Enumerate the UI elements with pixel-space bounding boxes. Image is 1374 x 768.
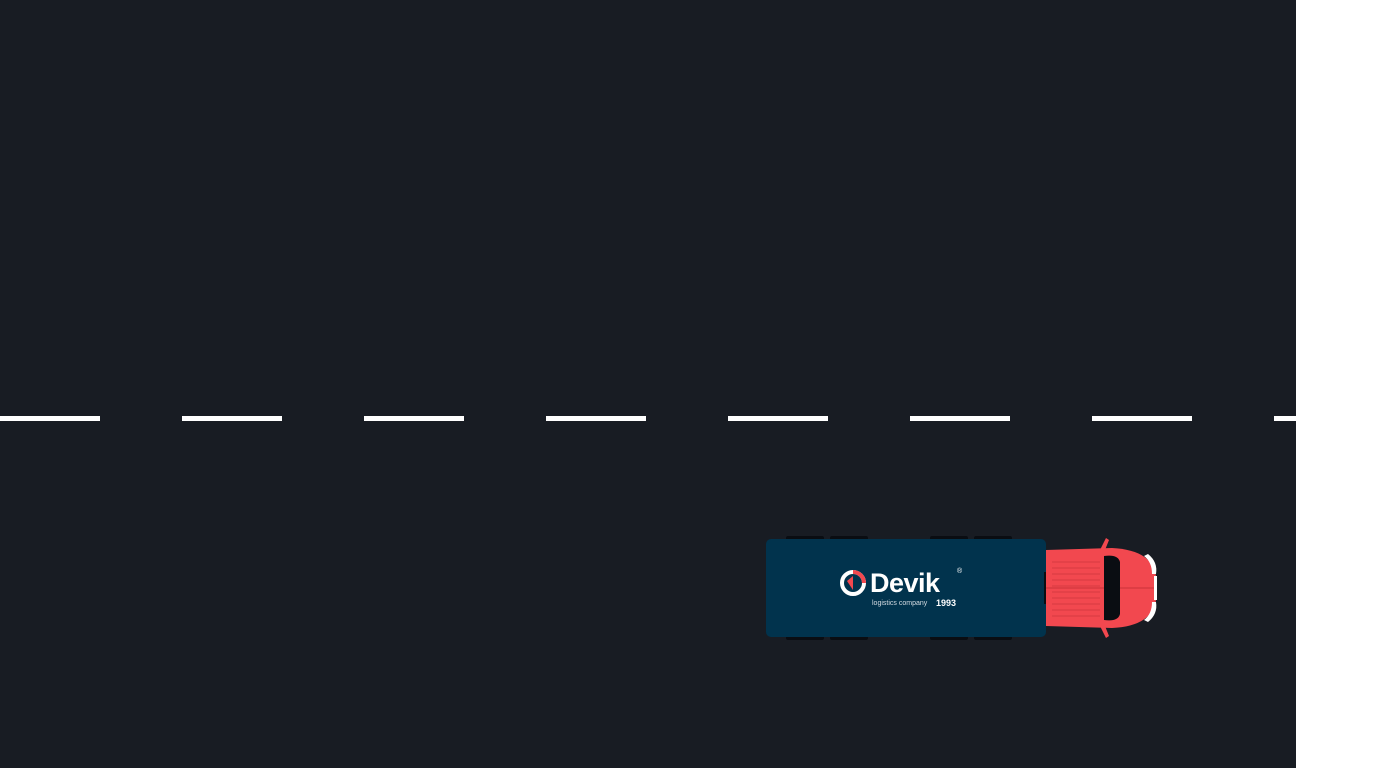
devik-logo: Devik ® logistics company 1993 [838, 568, 968, 612]
logo-tagline: logistics company [872, 600, 928, 607]
lane-dash [728, 416, 828, 421]
lane-dash [910, 416, 1010, 421]
lane-dash [364, 416, 464, 421]
lane-dash [182, 416, 282, 421]
logo-name: Devik [870, 568, 940, 598]
logo-year: 1993 [936, 598, 957, 608]
lane-dash [0, 416, 100, 421]
devik-logo-mark-icon [840, 570, 866, 596]
lane-divider [0, 416, 1296, 421]
truck: Devik ® logistics company 1993 [760, 532, 1160, 644]
lane-dash [546, 416, 646, 421]
road: Devik ® logistics company 1993 [0, 0, 1296, 768]
lane-dash [1092, 416, 1192, 421]
lane-dash [1274, 416, 1296, 421]
logo-registered-mark: ® [957, 568, 963, 575]
